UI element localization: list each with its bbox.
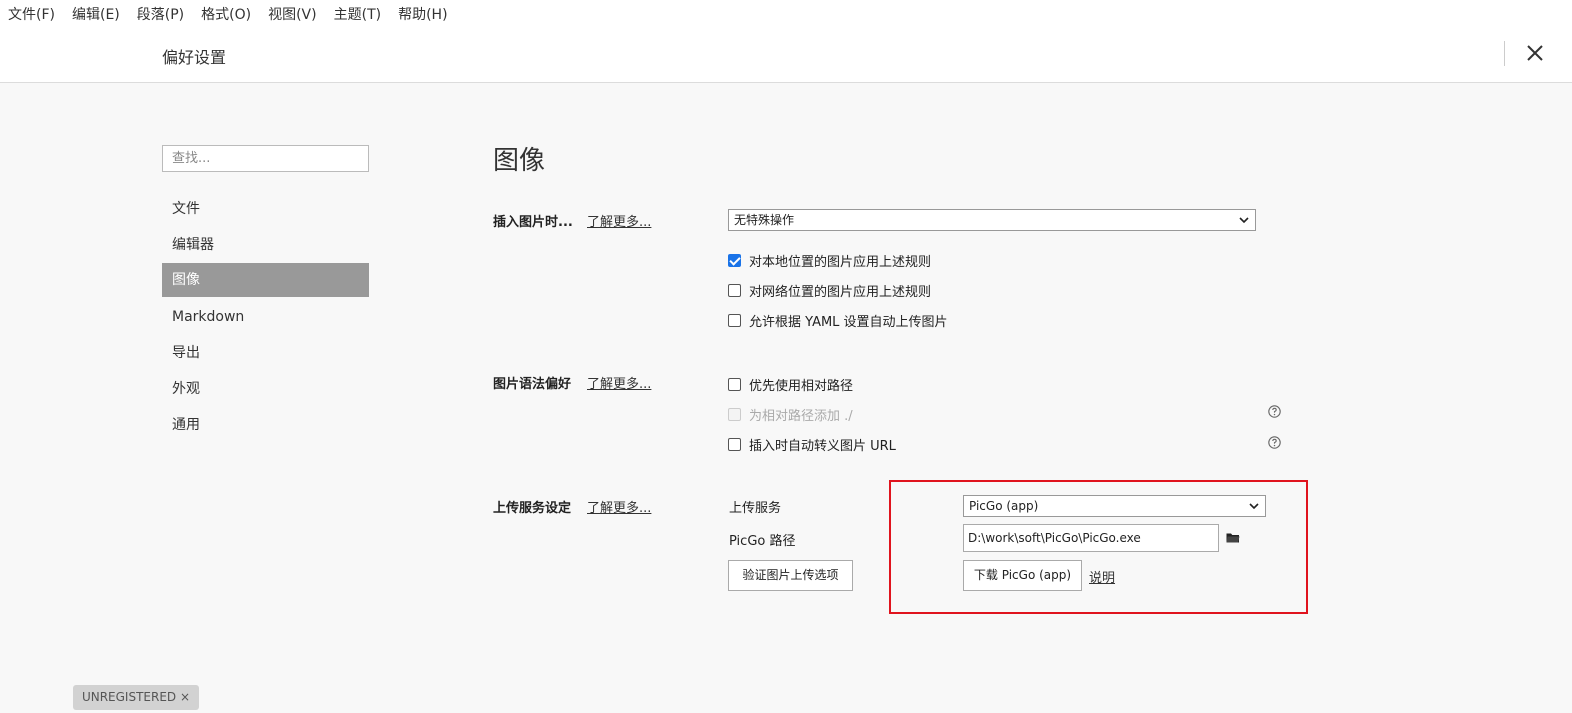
add-dot-slash-label: 为相对路径添加 ./ (749, 409, 853, 424)
picgo-path-label: PicGo 路径 (729, 534, 796, 549)
insert-image-label: 插入图片时... (493, 215, 573, 230)
preferences-header: 偏好设置 (0, 28, 1572, 83)
upload-service-value: PicGo (app) (969, 499, 1039, 513)
sidebar-item-markdown[interactable]: Markdown (162, 299, 369, 335)
help-icon[interactable] (1268, 405, 1281, 418)
relative-path-label: 优先使用相对路径 (749, 379, 854, 394)
picgo-path-input[interactable] (963, 524, 1219, 552)
menu-paragraph[interactable]: 段落(P) (137, 4, 184, 24)
sidebar-item-image[interactable]: 图像 (162, 263, 369, 297)
menu-view[interactable]: 视图(V) (268, 4, 317, 24)
explain-link[interactable]: 说明 (1089, 567, 1115, 586)
menubar: 文件(F) 编辑(E) 段落(P) 格式(O) 视图(V) 主题(T) 帮助(H… (0, 0, 1572, 28)
sidebar-item-file[interactable]: 文件 (162, 191, 369, 227)
close-icon (1527, 45, 1543, 61)
sidebar-item-export[interactable]: 导出 (162, 335, 369, 371)
relative-path-checkbox-row[interactable]: 优先使用相对路径 (728, 375, 853, 394)
apply-local-label: 对本地位置的图片应用上述规则 (749, 255, 932, 270)
escape-url-label: 插入时自动转义图片 URL (749, 439, 896, 454)
search-input[interactable] (162, 145, 369, 172)
upload-service-select[interactable]: PicGo (app) (963, 495, 1266, 517)
chevron-down-icon (1249, 503, 1259, 510)
upload-service-label: 上传服务 (729, 501, 782, 516)
folder-icon[interactable] (1226, 532, 1240, 544)
header-divider (1504, 41, 1505, 66)
download-picgo-button[interactable]: 下载 PicGo (app) (963, 560, 1082, 591)
page-title: 偏好设置 (162, 48, 227, 67)
apply-network-checkbox[interactable] (728, 284, 741, 297)
apply-local-checkbox-row[interactable]: 对本地位置的图片应用上述规则 (728, 251, 931, 270)
upload-service-section-label: 上传服务设定 (493, 501, 572, 516)
insert-learn-more-link[interactable]: 了解更多... (587, 211, 651, 230)
help-icon[interactable] (1268, 436, 1281, 449)
apply-network-label: 对网络位置的图片应用上述规则 (749, 285, 932, 300)
escape-url-checkbox[interactable] (728, 438, 741, 451)
yaml-upload-checkbox[interactable] (728, 314, 741, 327)
menu-help[interactable]: 帮助(H) (398, 4, 447, 24)
menu-theme[interactable]: 主题(T) (334, 4, 381, 24)
verify-upload-button[interactable]: 验证图片上传选项 (728, 560, 853, 591)
menu-edit[interactable]: 编辑(E) (72, 4, 120, 24)
syntax-learn-more-link[interactable]: 了解更多... (587, 373, 651, 392)
menu-file[interactable]: 文件(F) (8, 4, 55, 24)
relative-path-checkbox[interactable] (728, 378, 741, 391)
yaml-upload-label: 允许根据 YAML 设置自动上传图片 (749, 315, 948, 330)
sidebar-item-general[interactable]: 通用 (162, 407, 369, 443)
close-button[interactable] (1522, 40, 1548, 66)
add-dot-slash-checkbox-row: 为相对路径添加 ./ (728, 405, 853, 424)
yaml-upload-checkbox-row[interactable]: 允许根据 YAML 设置自动上传图片 (728, 311, 948, 330)
sidebar-nav: 文件 编辑器 图像 Markdown 导出 外观 通用 (162, 191, 369, 443)
menu-format[interactable]: 格式(O) (201, 4, 251, 24)
section-title: 图像 (493, 146, 546, 176)
sidebar-item-editor[interactable]: 编辑器 (162, 227, 369, 263)
sidebar-item-appearance[interactable]: 外观 (162, 371, 369, 407)
insert-action-value: 无特殊操作 (734, 213, 795, 227)
insert-action-select[interactable]: 无特殊操作 (728, 209, 1256, 231)
syntax-pref-label: 图片语法偏好 (493, 377, 572, 392)
unregistered-badge[interactable]: UNREGISTERED × (73, 685, 199, 710)
upload-learn-more-link[interactable]: 了解更多... (587, 497, 651, 516)
add-dot-slash-checkbox (728, 408, 741, 421)
escape-url-checkbox-row[interactable]: 插入时自动转义图片 URL (728, 435, 896, 454)
apply-network-checkbox-row[interactable]: 对网络位置的图片应用上述规则 (728, 281, 931, 300)
apply-local-checkbox[interactable] (728, 254, 741, 267)
chevron-down-icon (1239, 217, 1249, 224)
